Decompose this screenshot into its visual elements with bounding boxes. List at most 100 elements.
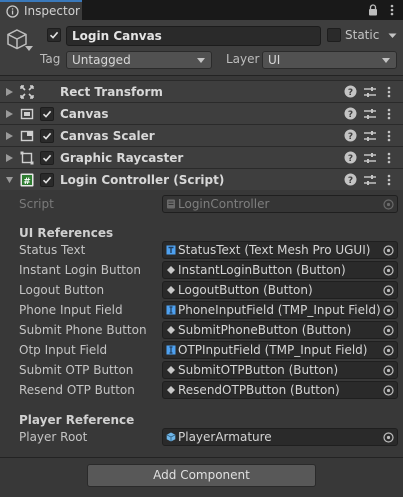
button-icon [167, 266, 175, 274]
object-picker-icon[interactable] [383, 432, 394, 443]
field-value: OTPInputField (TMP_Input Field) [178, 343, 368, 357]
component-menu-icon[interactable] [385, 85, 393, 99]
check-icon [49, 31, 59, 39]
object-picker-icon[interactable] [383, 385, 394, 396]
component-menu-icon[interactable] [385, 129, 393, 143]
object-field[interactable]: PlayerArmature [162, 428, 398, 446]
object-field[interactable]: InstantLoginButton (Button) [162, 261, 398, 279]
object-field[interactable]: SubmitOTPButton (Button) [162, 361, 398, 379]
help-icon[interactable]: ? [344, 173, 357, 186]
svg-text:?: ? [348, 154, 353, 164]
check-icon [42, 154, 52, 162]
rect-transform-icon [20, 85, 34, 99]
layer-value: UI [268, 53, 281, 67]
preset-sliders-icon[interactable] [363, 85, 377, 99]
tab-inspector[interactable]: Inspector [0, 0, 82, 20]
static-dropdown-icon[interactable] [388, 33, 397, 39]
prefab-icon [166, 432, 176, 442]
field-row-submit-otp-button: Submit OTP Button SubmitOTPButton (Butto… [0, 360, 403, 380]
chevron-down-icon [197, 58, 205, 63]
field-value: PlayerArmature [178, 430, 272, 444]
add-component-button[interactable]: Add Component [87, 464, 316, 487]
field-row-player-root: Player Root PlayerArmature [0, 427, 403, 447]
tab-bar: Inspector [0, 0, 403, 20]
preset-sliders-icon[interactable] [363, 107, 377, 121]
fold-right-icon[interactable] [6, 132, 13, 140]
object-picker-icon[interactable] [383, 305, 394, 316]
check-icon [42, 132, 52, 140]
fold-right-icon[interactable] [6, 154, 13, 162]
object-picker-icon [383, 199, 394, 210]
component-name: Canvas [60, 107, 109, 121]
script-row: Script LoginController [0, 194, 403, 214]
object-picker-icon[interactable] [383, 325, 394, 336]
component-canvas-scaler[interactable]: Canvas Scaler ? [0, 124, 403, 146]
layer-dropdown[interactable]: UI [262, 51, 397, 69]
field-value: SubmitOTPButton (Button) [178, 363, 339, 377]
field-value: StatusText (Text Mesh Pro UGUI) [178, 243, 371, 257]
svg-text:#: # [23, 177, 31, 187]
section-ui-references: UI References [19, 226, 114, 240]
chevron-down-icon [382, 58, 390, 63]
check-icon [42, 176, 52, 184]
object-field[interactable]: LogoutButton (Button) [162, 281, 398, 299]
object-field[interactable]: StatusText (Text Mesh Pro UGUI) [162, 241, 398, 259]
object-field[interactable]: ResendOTPButton (Button) [162, 381, 398, 399]
field-row-status-text: Status Text StatusText (Text Mesh Pro UG… [0, 240, 403, 260]
help-icon[interactable]: ? [344, 129, 357, 142]
component-canvas[interactable]: Canvas ? [0, 102, 403, 124]
button-icon [167, 386, 175, 394]
component-menu-icon[interactable] [385, 151, 393, 165]
static-checkbox[interactable] [327, 28, 341, 42]
section-player-reference: Player Reference [19, 413, 135, 427]
graphic-raycaster-icon [20, 151, 34, 165]
help-icon[interactable]: ? [344, 107, 357, 120]
component-enabled-checkbox[interactable] [40, 173, 54, 187]
field-value: PhoneInputField (TMP_Input Field) [178, 303, 381, 317]
layer-label: Layer [226, 52, 260, 66]
component-rect-transform[interactable]: Rect Transform ? [0, 80, 403, 102]
help-icon[interactable]: ? [344, 85, 357, 98]
gameobject-name-field[interactable]: Login Canvas [66, 26, 321, 46]
object-field[interactable]: PhoneInputField (TMP_Input Field) [162, 301, 398, 319]
fold-right-icon[interactable] [6, 88, 13, 96]
field-label: Resend OTP Button [19, 383, 135, 397]
object-picker-icon[interactable] [383, 365, 394, 376]
object-picker-icon[interactable] [383, 285, 394, 296]
svg-text:?: ? [348, 88, 353, 98]
component-graphic-raycaster[interactable]: Graphic Raycaster ? [0, 146, 403, 168]
object-picker-icon[interactable] [383, 265, 394, 276]
object-picker-icon[interactable] [383, 245, 394, 256]
svg-text:?: ? [348, 132, 353, 142]
canvas-icon [20, 108, 34, 120]
tab-menu-icon[interactable] [386, 3, 398, 17]
preset-sliders-icon[interactable] [363, 173, 377, 187]
component-enabled-checkbox[interactable] [40, 107, 54, 121]
lock-icon[interactable] [368, 4, 378, 16]
object-field[interactable]: SubmitPhoneButton (Button) [162, 321, 398, 339]
button-icon [167, 326, 175, 334]
tag-dropdown[interactable]: Untagged [66, 51, 212, 69]
component-menu-icon[interactable] [385, 173, 393, 187]
object-picker-icon[interactable] [383, 345, 394, 356]
svg-text:?: ? [348, 110, 353, 120]
svg-text:?: ? [348, 176, 353, 186]
fold-right-icon[interactable] [6, 110, 13, 118]
fold-down-icon[interactable] [6, 176, 13, 184]
field-label: Logout Button [19, 283, 105, 297]
active-checkbox[interactable] [47, 28, 61, 42]
preset-sliders-icon[interactable] [363, 151, 377, 165]
component-login-controller[interactable]: # Login Controller (Script) ? [0, 168, 403, 190]
field-row-otp-input-field: Otp Input Field OTPInputField (TMP_Input… [0, 340, 403, 360]
input-field-icon [166, 345, 176, 355]
field-label: Instant Login Button [19, 263, 141, 277]
chevron-down-icon[interactable] [24, 46, 34, 52]
component-enabled-checkbox[interactable] [40, 151, 54, 165]
tag-value: Untagged [72, 53, 131, 67]
component-enabled-checkbox[interactable] [40, 129, 54, 143]
help-icon[interactable]: ? [344, 151, 357, 164]
component-menu-icon[interactable] [385, 107, 393, 121]
field-label: Submit Phone Button [19, 323, 147, 337]
object-field[interactable]: OTPInputField (TMP_Input Field) [162, 341, 398, 359]
preset-sliders-icon[interactable] [363, 129, 377, 143]
